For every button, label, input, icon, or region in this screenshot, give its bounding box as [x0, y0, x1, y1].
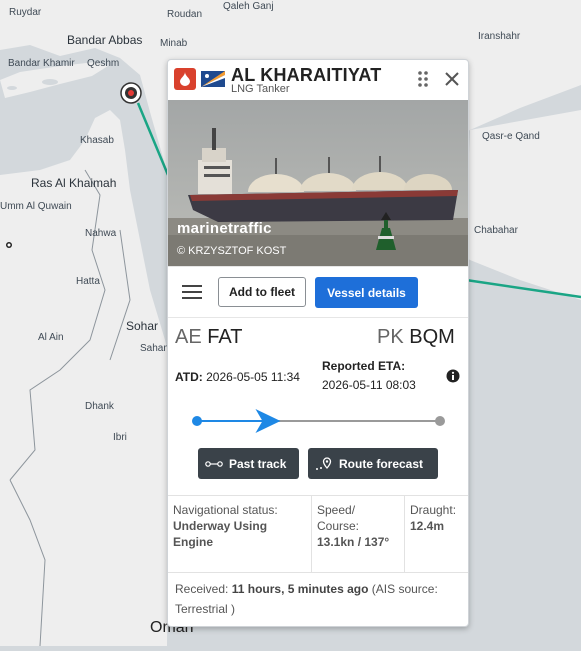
map-label: Khasab	[80, 135, 114, 146]
origin-country: AE	[175, 326, 202, 348]
vessel-details-button[interactable]: Vessel details	[315, 277, 418, 308]
past-track-button[interactable]: Past track	[198, 448, 299, 479]
destination-country: PK	[377, 326, 404, 348]
progress-end-dot	[435, 416, 445, 426]
map-label: Qasr-e Qand	[482, 131, 540, 142]
add-to-fleet-button[interactable]: Add to fleet	[218, 277, 306, 307]
vessel-type-icon	[174, 68, 196, 90]
vessel-photo[interactable]: marinetraffic © KRZYSZTOF KOST	[168, 100, 468, 266]
vessel-header: AL KHARAITIYAT LNG Tanker	[168, 60, 468, 100]
map-label: Sohar	[126, 319, 159, 333]
speed-course-label: Speed/ Course:	[317, 503, 360, 533]
map-label: Chabahar	[474, 225, 518, 236]
nav-status-cell: Navigational status: Underway Using Engi…	[168, 496, 311, 572]
atd: ATD: 2026-05-05 11:34	[175, 370, 300, 384]
past-track-icon	[205, 460, 223, 467]
info-icon[interactable]	[446, 369, 460, 383]
map-label: Bandar Abbas	[67, 33, 143, 47]
map-label: Nahwa	[85, 228, 117, 239]
map-label: Hatta	[76, 276, 100, 287]
past-track-label: Past track	[229, 456, 287, 471]
map-label: Qeshm	[87, 58, 120, 69]
origin-port-code: FAT	[207, 326, 243, 348]
drag-handle-icon[interactable]	[417, 70, 429, 88]
photo-watermark: marinetraffic	[177, 220, 272, 237]
draught-label: Draught:	[410, 503, 457, 517]
map-label: Roudan	[167, 9, 203, 20]
received-info: Received: 11 hours, 5 minutes ago (AIS s…	[175, 579, 465, 619]
route-forecast-label: Route forecast	[339, 456, 424, 471]
progress-start-dot	[192, 416, 202, 426]
route-forecast-icon	[316, 456, 332, 470]
map-label: Al Ain	[38, 332, 64, 343]
map-label: Umm Al Quwain	[0, 201, 72, 212]
flag-icon	[201, 71, 225, 87]
eta-value: 2026-05-11 08:03	[322, 378, 416, 392]
draught-value: 12.4m	[410, 519, 445, 533]
map-label: Qaleh Ganj	[223, 1, 274, 12]
map-label: Dhank	[85, 401, 114, 412]
vessel-type: LNG Tanker	[231, 83, 290, 95]
map-label: Iranshahr	[478, 31, 521, 42]
nav-status-value: Underway Using Engine	[173, 519, 268, 549]
speed-course-cell: Speed/ Course: 13.1kn / 137°	[311, 496, 404, 572]
status-grid: Navigational status: Underway Using Engi…	[168, 495, 468, 573]
atd-value: 2026-05-05 11:34	[206, 370, 300, 384]
destination-port[interactable]: PK BQM	[377, 326, 455, 349]
destination-port-code: BQM	[409, 326, 455, 348]
action-bar: Add to fleet Vessel details	[168, 266, 468, 318]
speed-course-value: 13.1kn / 137°	[317, 535, 390, 549]
route-forecast-button[interactable]: Route forecast	[308, 448, 438, 479]
map-label: Ras Al Khaimah	[31, 176, 117, 190]
vessel-popup: AL KHARAITIYAT LNG Tanker marinetraffic …	[167, 59, 469, 627]
map-label: Ruydar	[9, 7, 42, 18]
map-label: Ibri	[113, 432, 127, 443]
origin-port[interactable]: AE FAT	[175, 326, 242, 349]
nav-status-label: Navigational status:	[173, 503, 278, 517]
eta-label: Reported ETA:	[322, 359, 406, 373]
map-label: Minab	[160, 38, 188, 49]
voyage-progress	[192, 409, 445, 433]
received-label: Received:	[175, 582, 229, 596]
draught-cell: Draught: 12.4m	[404, 496, 468, 572]
map-label: Bandar Khamir	[8, 58, 75, 69]
menu-icon[interactable]	[182, 285, 202, 299]
photo-credit: © KRZYSZTOF KOST	[177, 245, 287, 257]
received-age: 11 hours, 5 minutes ago	[231, 582, 369, 596]
atd-label: ATD:	[175, 370, 203, 384]
close-icon[interactable]	[443, 69, 461, 89]
voyage-ports: AE FAT PK BQM	[168, 318, 468, 358]
